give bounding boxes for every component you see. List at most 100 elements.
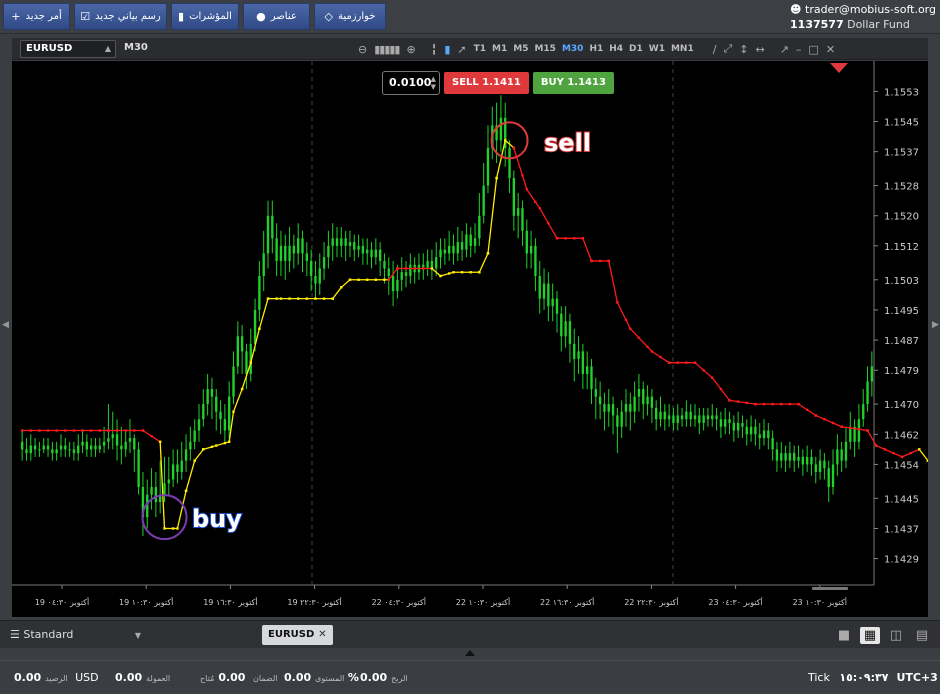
trailing-stop-dot <box>452 271 455 274</box>
lot-size-input[interactable]: 0.0100 ▲ ▼ <box>382 71 440 95</box>
timeframe-m1[interactable]: M1 <box>492 44 507 54</box>
trailing-stop-dot <box>202 448 205 451</box>
tab-close-icon[interactable]: ✕ <box>318 629 326 640</box>
trailing-stop-dot <box>396 267 399 270</box>
trailing-stop-dot <box>719 387 723 391</box>
timeframe-h1[interactable]: H1 <box>589 44 603 54</box>
level-amount: 0.00 <box>284 671 312 684</box>
line-chart-icon[interactable]: ➚ <box>457 43 466 56</box>
trailing-stop-dot <box>447 272 451 275</box>
candle-body <box>258 276 261 310</box>
chart-tab-bar: ☰ Standard ▼ EURUSD ✕ ■ ▦ ◫ ▤ <box>0 620 940 648</box>
trailing-stop-dot <box>667 361 671 364</box>
candle-body <box>516 208 520 216</box>
zoom-out-icon[interactable]: ⊖ <box>358 43 367 56</box>
timeframe-mn1[interactable]: MN1 <box>671 44 694 54</box>
candle-body <box>521 208 524 231</box>
trailing-stop-dot <box>814 414 817 417</box>
maximize-icon[interactable]: □ <box>808 43 818 56</box>
candle-body <box>603 404 606 412</box>
left-edge-arrow-icon[interactable]: ◀ <box>2 320 9 330</box>
right-edge-arrow-icon[interactable]: ▶ <box>932 320 939 330</box>
expand-icon[interactable]: ⤢ <box>723 42 732 56</box>
tick-label: Tick <box>808 671 830 684</box>
trailing-stop-dot <box>322 297 326 300</box>
timeframe-m5[interactable]: M5 <box>513 44 528 54</box>
spinner-icon[interactable]: ▲ ▼ <box>431 75 436 91</box>
trailing-stop-dot <box>702 369 705 372</box>
symbol-select[interactable]: EURUSD ▲▼ <box>20 40 116 69</box>
trailing-stop-segment <box>866 430 877 446</box>
grid-view-icon[interactable]: ▦ <box>860 627 880 644</box>
price-chart[interactable]: 1.1553 1.1545 1.1537 1.1528 1.1520 1.1512 1.15… <box>12 61 940 617</box>
candle-body <box>551 298 554 307</box>
candle-body <box>370 249 373 258</box>
candle-body <box>814 464 817 472</box>
candlestick-icon[interactable]: ▮ <box>444 43 450 56</box>
candle-body <box>314 276 317 284</box>
trailing-stop-dot <box>840 425 843 428</box>
trailing-stop-dot <box>478 271 481 274</box>
tab-eurusd[interactable]: EURUSD ✕ <box>262 625 333 645</box>
candle-body <box>387 268 390 277</box>
account-info[interactable]: ☻ trader@mobius-soft.org 1137577 Dollar … <box>790 2 936 32</box>
timezone[interactable]: UTC+3 <box>896 671 937 684</box>
columns-view-icon[interactable]: ◫ <box>886 627 906 644</box>
trailing-stop-dot <box>184 489 188 492</box>
candle-body <box>383 260 386 269</box>
trailing-stop-dot <box>249 361 252 364</box>
new-chart-button[interactable]: ☑ رسم بياني جديد <box>74 3 167 30</box>
timeframe-w1[interactable]: W1 <box>649 44 665 54</box>
y-tick-label: 1.1445 <box>884 494 919 505</box>
collapse-panel-icon[interactable] <box>465 649 475 657</box>
timeframe-t1[interactable]: T1 <box>474 44 486 54</box>
timeframe-m30[interactable]: M30 <box>562 44 583 54</box>
candle-body <box>676 415 679 423</box>
y-tick-label: 1.1479 <box>884 366 919 377</box>
timeframe-d1[interactable]: D1 <box>629 44 643 54</box>
zoom-in-icon[interactable]: ⊕ <box>407 43 416 56</box>
indicators-button[interactable]: ▮ المؤشرات <box>171 3 239 30</box>
x-tick-label: 22 أكتوبر ٢٢:٣٠ <box>624 597 678 607</box>
draw-line-icon[interactable]: ∕ <box>713 43 717 56</box>
new-order-button[interactable]: + أمر جديد <box>3 3 70 30</box>
candle-body <box>805 456 809 465</box>
algorithm-button[interactable]: ◇ خوارزمية <box>314 3 386 30</box>
layout-select[interactable]: ☰ Standard ▼ <box>10 628 141 641</box>
popout-icon[interactable]: ↗ <box>780 43 789 56</box>
objects-button[interactable]: ● عناصر <box>243 3 310 30</box>
bar-chart-icon[interactable]: ╏ <box>431 43 438 56</box>
trailing-stop-dot <box>210 445 214 449</box>
y-tick-label: 1.1545 <box>884 118 919 129</box>
minimize-icon[interactable]: – <box>796 43 802 56</box>
timeframe-h4[interactable]: H4 <box>609 44 623 54</box>
candle-body <box>663 411 666 420</box>
close-icon[interactable]: ✕ <box>826 43 835 56</box>
candle-body <box>206 389 209 405</box>
timeframe-m15[interactable]: M15 <box>534 44 555 54</box>
horizontal-line-icon[interactable]: ↔ <box>755 43 764 56</box>
candle-body <box>711 415 714 420</box>
trailing-stop-dot <box>383 278 386 281</box>
x-tick-label: 19 أكتوبر ١٠:٣٠ <box>119 597 173 607</box>
trailing-stop-dot <box>331 297 334 300</box>
candle-body <box>469 234 472 246</box>
y-tick-label: 1.1462 <box>884 430 919 441</box>
timeframe-list: T1 M1 M5 M15 M30 H1 H4 D1 W1 MN1 <box>474 44 700 54</box>
zoom-slider[interactable]: ▮▮▮▮▮ <box>374 43 400 56</box>
trailing-stop-segment <box>487 177 498 254</box>
trailing-stop-dot <box>805 408 809 411</box>
candle-body <box>741 422 744 427</box>
rows-view-icon[interactable]: ▤ <box>912 627 932 644</box>
trailing-stop-dot <box>624 318 628 322</box>
buy-button[interactable]: BUY 1.1413 <box>532 72 614 94</box>
candle-body <box>72 449 76 454</box>
sell-button[interactable]: SELL 1.1411 <box>444 72 529 94</box>
trailing-stop-dot <box>780 402 783 406</box>
vertical-line-icon[interactable]: ↕ <box>739 43 748 56</box>
candle-body <box>629 404 632 412</box>
trailing-stop-dot <box>223 441 227 445</box>
single-view-icon[interactable]: ■ <box>834 627 854 644</box>
candle-body <box>357 245 360 250</box>
candle-body <box>189 441 192 450</box>
